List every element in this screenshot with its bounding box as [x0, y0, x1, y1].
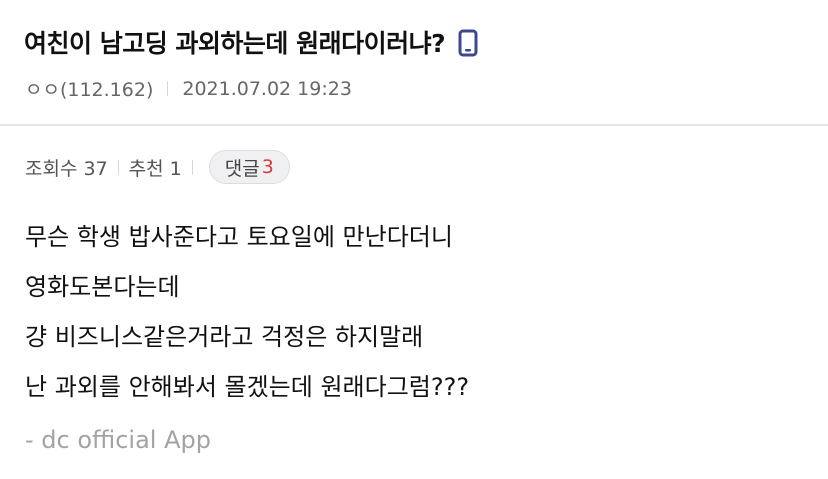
post-date: 2021.07.02 19:23	[182, 77, 352, 100]
comments-count: 3	[261, 156, 274, 178]
comments-button[interactable]: 댓글 3	[208, 150, 290, 184]
mobile-phone-icon	[457, 29, 479, 57]
author-name[interactable]: ㅇㅇ(112.162)	[25, 75, 153, 102]
comments-label: 댓글	[224, 157, 260, 180]
stats-divider	[191, 159, 193, 175]
post-body: 무슨 학생 밥사준다고 토요일에 만난다더니 영화도본다는데 걍 비즈니스같은거…	[25, 212, 469, 412]
post-title: 여친이 남고딩 과외하는데 원래다이러냐?	[24, 29, 446, 58]
recommend-count: 추천 1	[128, 157, 182, 180]
title-row: 여친이 남고딩 과외하는데 원래다이러냐?	[24, 24, 479, 60]
body-line: 걍 비즈니스같은거라고 걱정은 하지말래	[25, 323, 424, 351]
post-header: 여친이 남고딩 과외하는데 원래다이러냐? ㅇㅇ(112.162) 2021.0…	[0, 0, 828, 126]
app-signature: - dc official App	[25, 426, 211, 454]
body-line: 무슨 학생 밥사준다고 토요일에 만난다더니	[25, 223, 453, 251]
body-line: 난 과외를 안해봐서 몰겠는데 원래다그럼???	[25, 373, 470, 401]
body-line: 영화도본다는데	[25, 273, 180, 301]
meta-divider	[167, 81, 169, 96]
post-stats: 조회수 37 추천 1 댓글 3	[25, 150, 290, 184]
stats-divider	[117, 159, 119, 175]
view-count: 조회수 37	[25, 157, 108, 180]
post-meta: ㅇㅇ(112.162) 2021.07.02 19:23	[25, 75, 352, 102]
